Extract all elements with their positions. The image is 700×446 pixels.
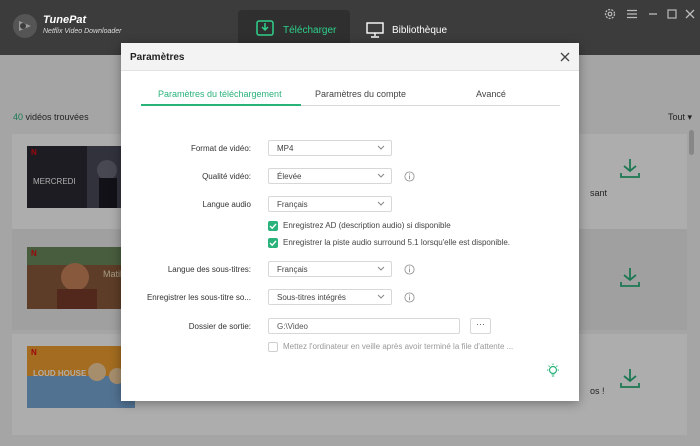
video-format-select[interactable]: MP4 [268,140,392,156]
subtitle-language-label: Langue des sous-titres: [167,265,251,274]
chevron-down-icon [377,201,385,206]
output-folder-input[interactable]: G:\Video [268,318,460,334]
checkmark-icon [269,240,277,247]
ad-checkbox[interactable] [268,221,278,231]
surround-checkbox-label: Enregistrer la piste audio surround 5.1 … [283,238,510,247]
video-quality-label: Qualité vidéo: [202,172,251,181]
maximize-icon[interactable] [665,7,679,21]
browse-folder-button[interactable]: ··· [470,318,491,334]
settings-tabs: Paramètres du téléchargement Paramètres … [141,86,560,106]
tab-advanced[interactable]: Avancé [476,89,506,99]
ad-checkbox-label: Enregistrez AD (description audio) si di… [283,221,451,230]
dialog-title: Paramètres [130,52,185,63]
chevron-down-icon [377,266,385,271]
app-name: TunePat [43,14,87,26]
settings-dialog: Paramètres Paramètres du téléchargement … [121,43,579,401]
download-tray-icon [256,20,274,36]
chevron-down-icon [377,173,385,178]
sleep-checkbox-label: Mettez l'ordinateur en veille après avoi… [283,342,514,351]
app-subtitle: Netflix Video Downloader [43,28,122,35]
subtitle-language-select[interactable]: Français [268,261,392,277]
monitor-icon [366,22,384,38]
dialog-header: Paramètres [121,43,579,71]
video-quality-select[interactable]: Élevée [268,168,392,184]
lightbulb-icon[interactable] [546,363,560,379]
audio-language-value: Français [277,200,308,209]
output-folder-label: Dossier de sortie: [188,322,251,331]
chevron-down-icon [377,294,385,299]
menu-icon[interactable] [625,7,639,21]
close-icon[interactable] [557,49,573,65]
surround-checkbox[interactable] [268,238,278,248]
subtitle-language-value: Français [277,265,308,274]
tab-account-settings[interactable]: Paramètres du compte [315,89,406,99]
nav-library-label: Bibliothèque [392,25,448,36]
audio-language-label: Langue audio [202,200,252,209]
tab-download-settings[interactable]: Paramètres du téléchargement [158,89,282,99]
checkmark-icon [269,223,277,230]
active-tab-underline [141,104,301,106]
minimize-icon[interactable] [646,7,660,21]
video-format-value: MP4 [277,144,294,153]
info-icon[interactable] [404,264,415,275]
subtitle-save-select[interactable]: Sous-titres intégrés [268,289,392,305]
tunepat-logo-icon [13,14,37,38]
subtitle-save-value: Sous-titres intégrés [277,293,346,302]
gear-icon[interactable] [603,7,617,21]
close-window-icon[interactable] [683,7,697,21]
nav-download-label: Télécharger [283,25,337,36]
chevron-down-icon [377,145,385,150]
brand: TunePat Netflix Video Downloader [43,14,121,35]
subtitle-save-label: Enregistrer les sous-titre so... [146,293,251,302]
video-quality-value: Élevée [277,172,302,181]
video-format-label: Format de vidéo: [190,144,251,153]
sleep-checkbox[interactable] [268,342,278,352]
info-icon[interactable] [404,292,415,303]
audio-language-select[interactable]: Français [268,196,392,212]
info-icon[interactable] [404,171,415,182]
